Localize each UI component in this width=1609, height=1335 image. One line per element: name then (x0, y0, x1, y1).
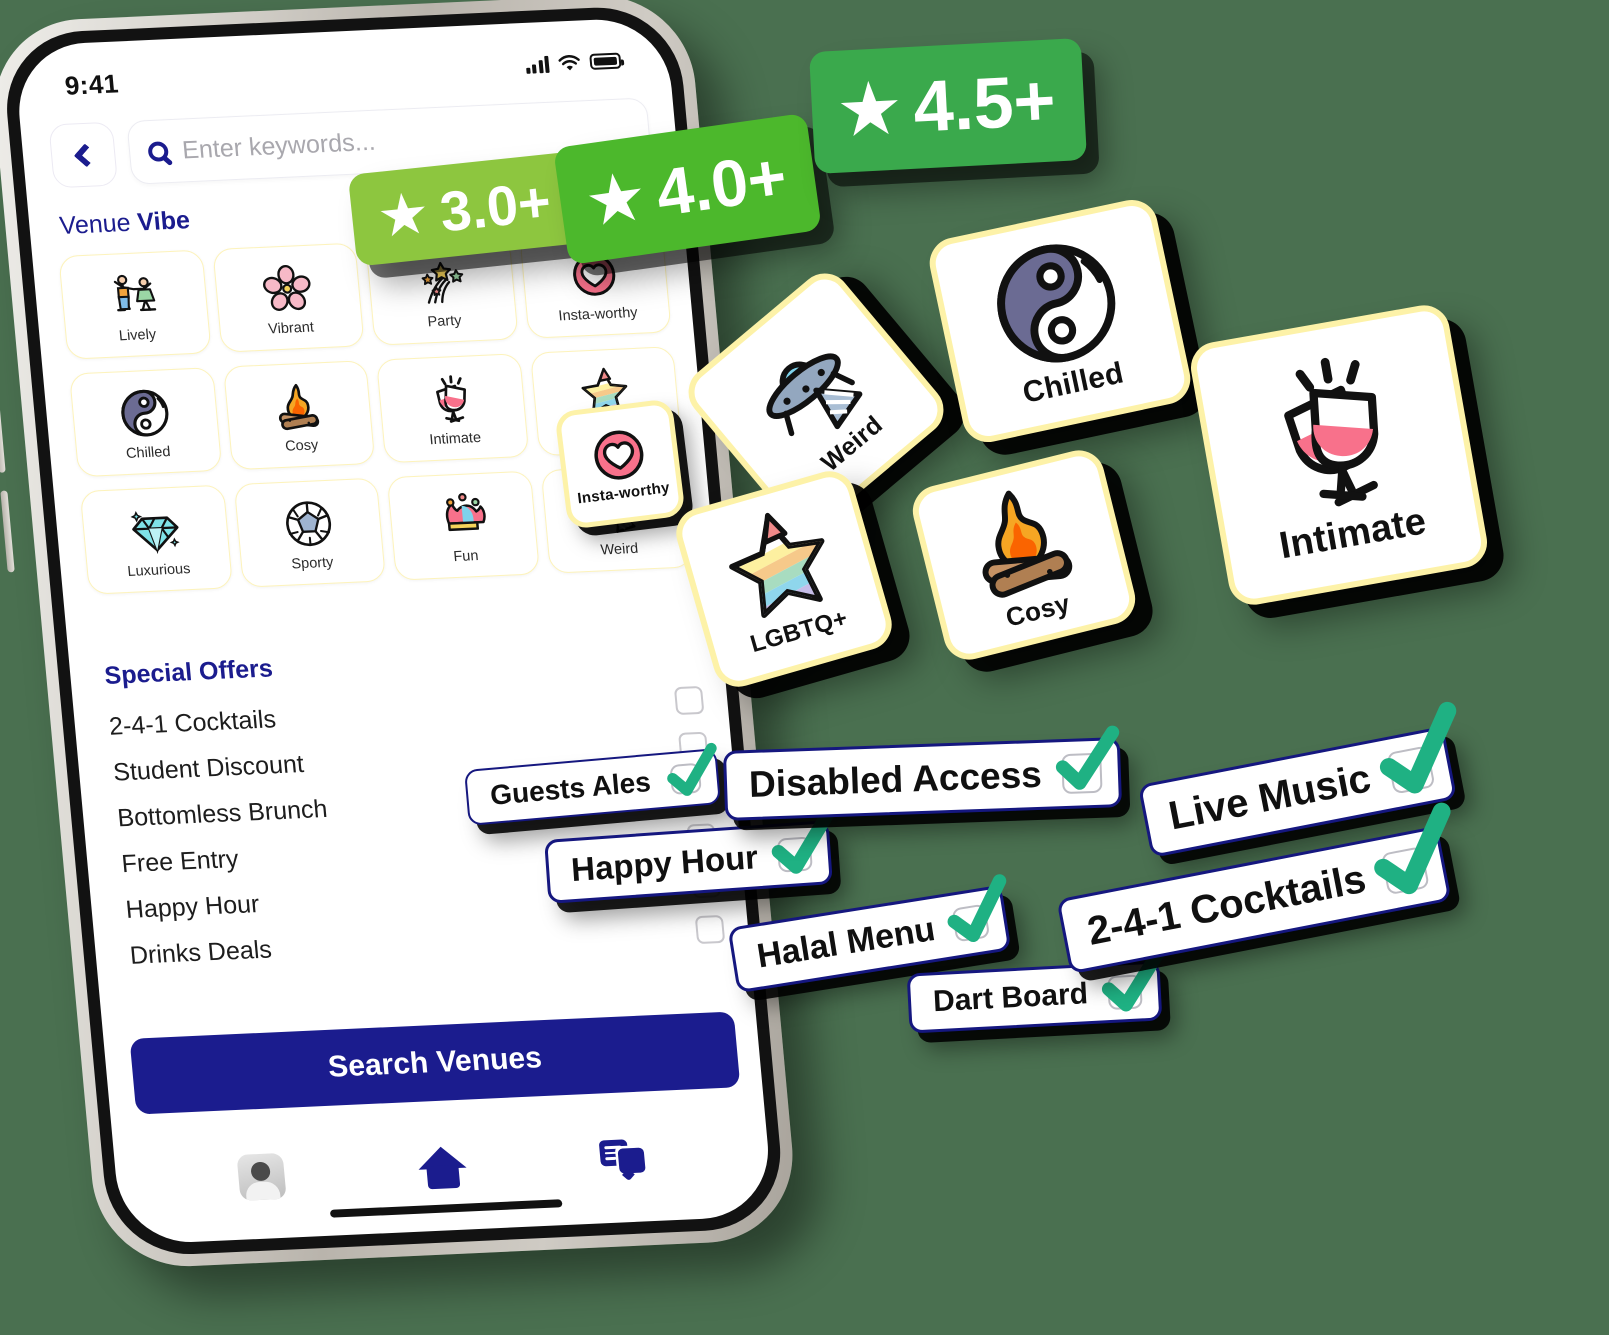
status-time: 9:41 (63, 67, 120, 101)
rating-badge-label: 4.5+ (911, 60, 1058, 148)
vibe-label: Insta-worthy (557, 304, 639, 324)
check-icon (658, 742, 721, 806)
back-button[interactable] (48, 121, 119, 189)
vibe-label: Chilled (125, 443, 172, 462)
vibe-option-chilled[interactable]: Chilled (68, 367, 222, 478)
filter-pill-checkbox[interactable] (771, 808, 834, 874)
sparkle-stars-icon (413, 251, 468, 311)
vibe-sticker-insta-worthy[interactable]: Insta-worthy (554, 398, 686, 530)
vibe-option-cosy[interactable]: Cosy (222, 360, 376, 471)
vibe-label: Sporty (290, 554, 335, 572)
filter-pill-checkbox[interactable] (1379, 701, 1456, 795)
filter-pill-checkbox[interactable] (1374, 802, 1451, 896)
filter-pill-label: Happy Hour (569, 838, 760, 889)
phone-volume-down-button (0, 490, 15, 573)
filter-pill-label: Disabled Access (748, 753, 1043, 806)
check-icon (1354, 802, 1467, 915)
special-offers-list: 2-4-1 Cocktails Student Discount Bottoml… (107, 677, 726, 979)
filter-pill-checkbox[interactable] (1101, 946, 1165, 1012)
filter-pill-disabled-access[interactable]: Disabled Access (722, 725, 1122, 821)
vibe-sticker-chilled[interactable]: Chilled (924, 195, 1196, 447)
vibe-label: Party (426, 312, 463, 330)
battery-full-icon (589, 52, 622, 70)
cherry-blossom-icon (260, 258, 315, 318)
offer-label: Free Entry (120, 844, 240, 878)
rating-badge-45[interactable]: ★ 4.5+ (808, 37, 1087, 175)
venue-vibe-heading-bold: Vibe (136, 206, 192, 237)
wifi-icon (558, 54, 580, 70)
offer-checkbox[interactable] (673, 685, 705, 716)
vibe-option-lively[interactable]: Lively (58, 249, 212, 360)
heart-in-circle-icon (588, 423, 650, 485)
vibe-label: Lively (118, 326, 157, 344)
status-bar: 9:41 (15, 38, 671, 107)
jester-hat-icon (435, 486, 490, 546)
filter-pill-checkbox[interactable] (667, 742, 717, 796)
vibe-label: Fun (452, 547, 480, 565)
vibe-sticker-intimate[interactable]: Intimate (1186, 301, 1492, 609)
vibe-label: Luxurious (126, 560, 192, 580)
offer-label: Drinks Deals (128, 934, 273, 970)
filter-pill-label: Halal Menu (754, 909, 938, 976)
search-venues-button[interactable]: Search Venues (129, 1011, 741, 1115)
yin-yang-icon (117, 383, 172, 443)
filter-pill-241-cocktails[interactable]: 2-4-1 Cocktails (1056, 802, 1453, 975)
search-placeholder: Enter keywords... (180, 127, 377, 164)
filter-pill-checkbox[interactable] (1055, 725, 1119, 795)
diamond-icon (128, 500, 183, 560)
yin-yang-icon (982, 229, 1131, 378)
filter-pill-dart-board[interactable]: Dart Board (906, 946, 1165, 1034)
bottom-tab-bar (112, 1104, 773, 1233)
offer-checkbox[interactable] (694, 914, 726, 945)
filter-pill-label: Live Music (1165, 755, 1375, 838)
filter-pill-label: Dart Board (932, 977, 1089, 1019)
chat-messages-icon[interactable] (598, 1138, 649, 1182)
vibe-sticker-label: Insta-worthy (576, 478, 671, 507)
vibe-label: Cosy (284, 436, 319, 455)
check-icon (1046, 725, 1120, 800)
dancing-couple-icon (105, 265, 162, 325)
vibe-label: Weird (599, 540, 639, 558)
search-icon (147, 141, 170, 162)
vibe-option-intimate[interactable]: Intimate (375, 353, 529, 464)
vibe-option-sporty[interactable]: Sporty (233, 477, 387, 588)
chevron-left-icon (73, 142, 98, 167)
wine-glasses-cheers-icon (424, 369, 479, 429)
vibe-option-vibrant[interactable]: Vibrant (211, 242, 365, 353)
home-icon[interactable] (415, 1146, 471, 1192)
star-icon: ★ (838, 71, 902, 149)
campfire-icon (270, 376, 325, 436)
cellular-bars-icon (525, 55, 550, 74)
star-icon: ★ (377, 183, 430, 247)
vibe-sticker-cosy[interactable]: Cosy (907, 444, 1141, 666)
avatar[interactable] (236, 1152, 287, 1201)
filter-pill-label: Guests Ales (488, 765, 652, 811)
offer-label: Student Discount (112, 749, 305, 787)
offer-label: Happy Hour (124, 889, 261, 924)
vibe-label: Vibrant (267, 319, 315, 338)
filter-pill-checkbox[interactable] (948, 874, 1007, 943)
venue-vibe-heading-light: Venue (58, 208, 139, 240)
special-offers-heading: Special Offers (103, 654, 274, 690)
offer-label: 2-4-1 Cocktails (107, 704, 278, 741)
campfire-icon (952, 471, 1088, 607)
vibe-option-fun[interactable]: Fun (386, 470, 540, 581)
football-icon (281, 493, 336, 553)
venue-vibe-heading: Venue Vibe (58, 206, 191, 241)
check-icon (1359, 701, 1472, 815)
star-icon: ★ (584, 161, 648, 237)
vibe-label: Intimate (428, 429, 482, 448)
phone-volume-up-button (0, 390, 6, 473)
wine-glasses-cheers-icon (1245, 341, 1426, 522)
offer-label: Bottomless Brunch (116, 794, 329, 832)
rating-badge-label: 3.0+ (437, 168, 554, 243)
rating-badge-label: 4.0+ (651, 138, 791, 230)
vibe-option-luxurious[interactable]: Luxurious (79, 484, 233, 595)
filter-pill-label: 2-4-1 Cocktails (1083, 856, 1370, 954)
composition-stage: 9:41 Enter keywords... Venue Vibe Lively… (0, 0, 1609, 1335)
check-icon (934, 874, 1016, 956)
